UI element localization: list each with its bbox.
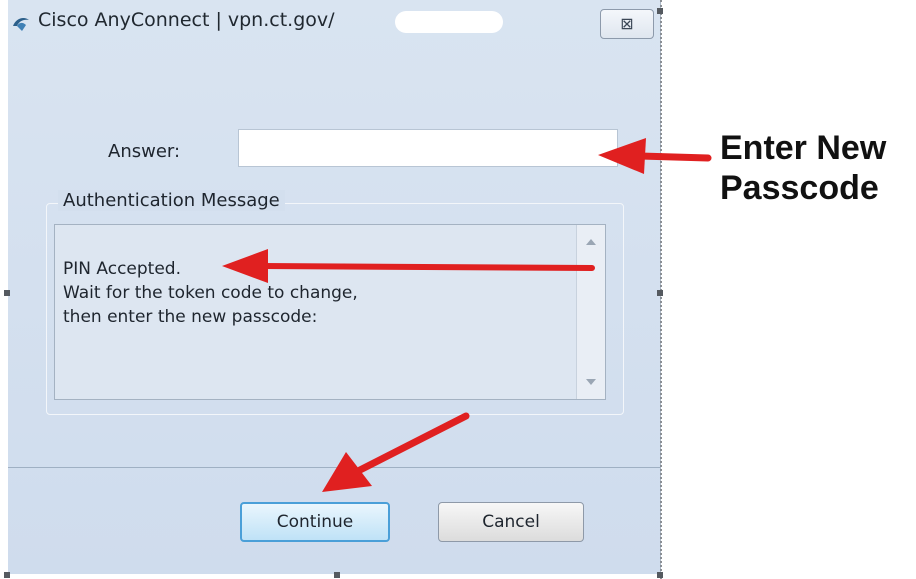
arrow-to-answer: [598, 138, 712, 174]
callout-line: Passcode: [720, 169, 879, 207]
annotation-callout: Enter New Passcode: [720, 128, 886, 208]
callout-line: Enter New: [720, 129, 887, 167]
arrow-to-message: [222, 249, 595, 283]
annotation-arrows: [222, 138, 712, 492]
arrow-to-continue: [322, 412, 470, 492]
